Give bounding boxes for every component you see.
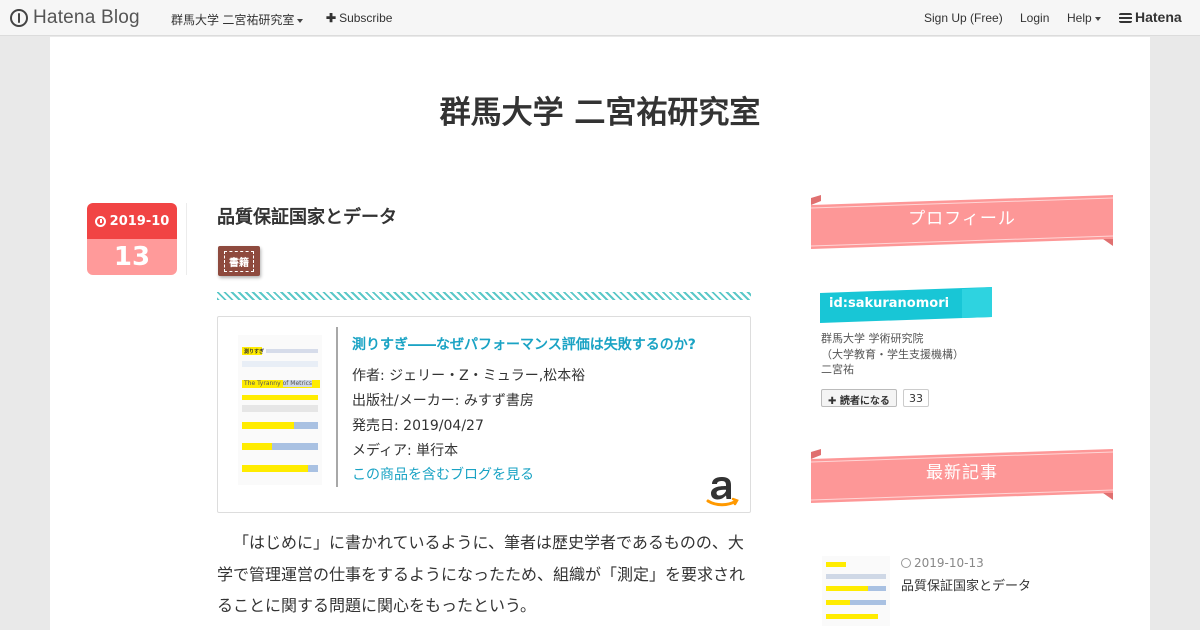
blog-title[interactable]: 群馬大学 二宮祐研究室 xyxy=(50,87,1150,132)
product-divider xyxy=(336,327,338,487)
date-day: 13 xyxy=(87,239,177,275)
blog-menu-label: 群馬大学 二宮祐研究室 xyxy=(171,13,295,27)
cover-title-en-b: of Metrics xyxy=(282,380,313,387)
subscribe-reader-button[interactable]: ✚ 読者になる xyxy=(821,389,897,407)
cover-band xyxy=(242,361,318,367)
date-ym-text: 2019-10 xyxy=(109,213,170,229)
hatena-logo-icon xyxy=(1119,13,1132,23)
cover-title-en: The Tyranny of Metrics xyxy=(242,380,320,388)
cover-band xyxy=(266,349,318,353)
recent-ribbon: 最新記事 xyxy=(810,449,1114,503)
profile-line: 二宮祐 xyxy=(821,363,854,376)
cover-band xyxy=(242,443,272,450)
product-card: 測りすぎ The Tyranny of Metrics 測りすぎ――なぜパフォー… xyxy=(217,316,751,513)
chevron-down-icon xyxy=(1094,16,1101,21)
hatena-logo-text: Hatena xyxy=(1135,9,1182,25)
cover-title-en-a: The Tyranny xyxy=(244,380,281,387)
cover-band xyxy=(294,422,318,429)
thumb-band xyxy=(826,614,878,619)
product-title-link[interactable]: 測りすぎ――なぜパフォーマンス評価は失敗するのか? xyxy=(352,334,696,354)
date-divider xyxy=(186,203,187,275)
product-media: メディア: 単行本 xyxy=(352,443,459,459)
subscribe-label: Subscribe xyxy=(339,11,393,25)
hatena-blog-logo-icon xyxy=(10,9,28,27)
clock-icon xyxy=(901,558,911,568)
cover-band xyxy=(242,405,318,412)
chevron-down-icon xyxy=(297,18,304,23)
thumb-band xyxy=(826,574,886,579)
blog-menu-dropdown[interactable]: 群馬大学 二宮祐研究室 xyxy=(171,11,304,28)
plus-icon: ✚ xyxy=(828,396,840,407)
hatena-logo[interactable]: Hatena xyxy=(1119,9,1182,25)
reader-button-label: 読者になる xyxy=(839,396,890,407)
clock-icon xyxy=(94,215,106,227)
thumb-band xyxy=(826,600,850,605)
profile-heading: プロフィール xyxy=(908,209,1016,229)
thumb-band xyxy=(826,562,846,567)
category-tag[interactable]: 書籍 xyxy=(218,246,260,276)
cover-band xyxy=(242,422,294,429)
subscribe-button[interactable]: ✚ Subscribe xyxy=(326,11,392,25)
category-label: 書籍 xyxy=(224,250,254,272)
entry-body: 「はじめに」に書かれているように、筆者は歴史学者であるものの、大 学で管理運営の… xyxy=(217,527,751,622)
cover-title-jp: 測りすぎ xyxy=(244,349,265,355)
entry-date-badge[interactable]: 2019-10 13 xyxy=(87,203,177,275)
thumb-band xyxy=(868,586,886,591)
cover-band xyxy=(272,443,318,450)
logo-text: Hatena Blog xyxy=(33,7,140,28)
recent-entry-title[interactable]: 品質保証国家とデータ xyxy=(901,575,1031,594)
profile-line: 群馬大学 学術研究院 xyxy=(821,332,924,345)
recent-date-text: 2019-10-13 xyxy=(914,556,984,570)
product-publisher: 出版社/メーカー: みすず書房 xyxy=(352,393,534,409)
hatena-blog-logo[interactable]: Hatena Blog xyxy=(10,7,140,29)
help-dropdown[interactable]: Help xyxy=(1067,11,1101,25)
body-line: 学で管理運営の仕事をするようになったため、組織が「測定」を要求され xyxy=(217,564,746,584)
profile-ribbon: プロフィール xyxy=(810,195,1114,249)
plus-icon: ✚ xyxy=(326,11,337,25)
global-header: Hatena Blog 群馬大学 二宮祐研究室 ✚ Subscribe Sign … xyxy=(0,0,1200,36)
book-cover-image[interactable]: 測りすぎ The Tyranny of Metrics xyxy=(238,335,322,485)
product-author: 作者: ジェリー・Z・ミュラー,松本裕 xyxy=(352,368,586,384)
date-year-month: 2019-10 xyxy=(87,203,177,239)
reader-count-badge[interactable]: 33 xyxy=(903,389,929,407)
amazon-icon[interactable] xyxy=(702,469,742,509)
cover-band xyxy=(242,395,318,400)
thumb-band xyxy=(850,600,886,605)
profile-id-link[interactable]: id:sakuranomori xyxy=(829,296,949,311)
body-line: ることに関する問題に関心をもったという。 xyxy=(217,596,537,615)
entry-title[interactable]: 品質保証国家とデータ xyxy=(217,203,397,229)
recent-entry-date: 2019-10-13 xyxy=(901,556,984,570)
login-link[interactable]: Login xyxy=(1020,11,1049,25)
blog-content: 群馬大学 二宮祐研究室 2019-10 13 品質保証国家とデータ 書籍 測りす… xyxy=(50,37,1150,630)
profile-description: 群馬大学 学術研究院 （大学教育・学生支援機構） 二宮祐 xyxy=(821,331,964,378)
product-release: 発売日: 2019/04/27 xyxy=(352,418,484,434)
cover-band xyxy=(242,465,308,472)
product-blog-link[interactable]: この商品を含むブログを見る xyxy=(352,464,534,484)
body-line: 「はじめに」に書かれているように、筆者は歴史学者であるものの、大 xyxy=(233,533,744,552)
cover-band xyxy=(308,465,318,472)
signup-link[interactable]: Sign Up (Free) xyxy=(924,11,1003,25)
recent-entry-thumbnail[interactable] xyxy=(822,556,890,626)
decorative-stripe xyxy=(217,292,751,300)
thumb-band xyxy=(826,586,868,591)
profile-line: （大学教育・学生支援機構） xyxy=(821,347,964,361)
recent-heading: 最新記事 xyxy=(926,463,998,483)
help-label: Help xyxy=(1067,11,1092,25)
